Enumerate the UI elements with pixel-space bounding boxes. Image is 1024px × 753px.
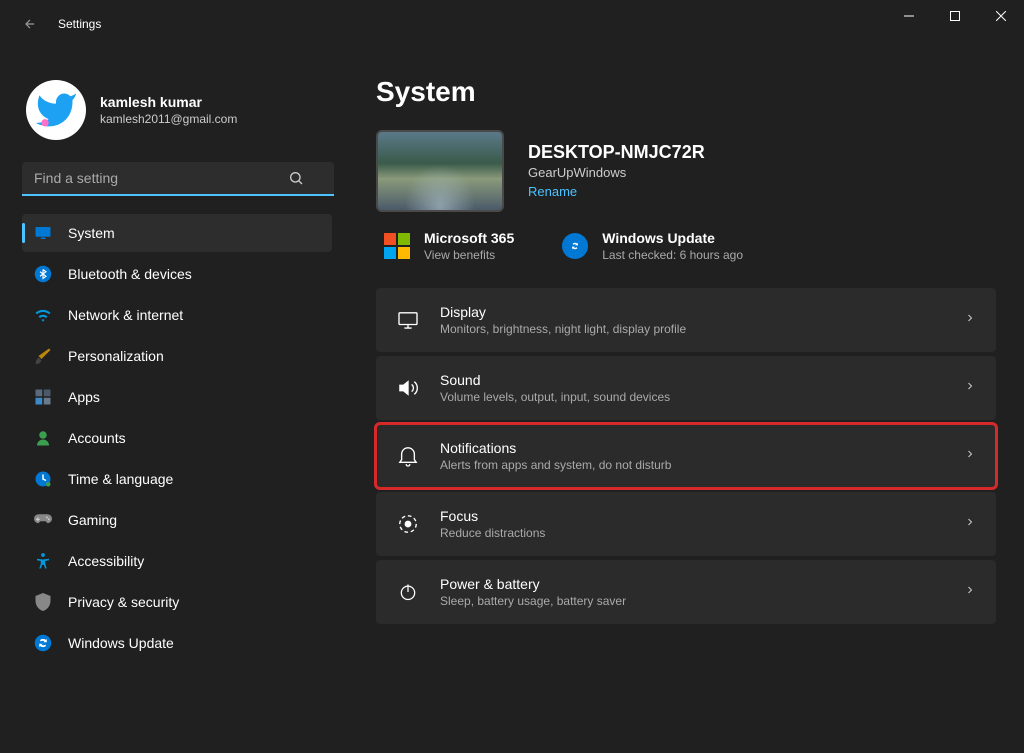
window-controls xyxy=(886,0,1024,48)
shield-icon xyxy=(34,593,52,611)
person-icon xyxy=(34,429,52,447)
card-title: Display xyxy=(440,304,686,320)
chevron-right-icon xyxy=(964,311,976,329)
device-thumbnail[interactable] xyxy=(376,130,504,212)
app-title: Settings xyxy=(58,17,101,31)
avatar xyxy=(26,80,86,140)
card-sound[interactable]: Sound Volume levels, output, input, soun… xyxy=(376,356,996,420)
nav-label: Network & internet xyxy=(68,307,183,323)
nav-label: Gaming xyxy=(68,512,117,528)
device-sub: GearUpWindows xyxy=(528,165,705,180)
nav-label: Windows Update xyxy=(68,635,174,651)
bell-icon xyxy=(396,444,420,468)
card-notifications[interactable]: Notifications Alerts from apps and syste… xyxy=(376,424,996,488)
user-section[interactable]: kamlesh kumar kamlesh2011@gmail.com xyxy=(22,72,332,158)
nav-item-gaming[interactable]: Gaming xyxy=(22,501,332,539)
bluetooth-icon xyxy=(34,265,52,283)
info-sub: Last checked: 6 hours ago xyxy=(602,248,743,262)
search-icon xyxy=(288,170,304,191)
windows-update-info[interactable]: Windows Update Last checked: 6 hours ago xyxy=(562,230,743,262)
info-row: Microsoft 365 View benefits Windows Upda… xyxy=(376,230,996,262)
info-sub: View benefits xyxy=(424,248,514,262)
nav-item-network[interactable]: Network & internet xyxy=(22,296,332,334)
card-title: Notifications xyxy=(440,440,671,456)
monitor-icon xyxy=(34,224,52,242)
nav-label: Accounts xyxy=(68,430,126,446)
nav-label: Bluetooth & devices xyxy=(68,266,192,282)
chevron-right-icon xyxy=(964,515,976,533)
user-name: kamlesh kumar xyxy=(100,94,237,110)
apps-icon xyxy=(34,388,52,406)
back-button[interactable] xyxy=(20,14,40,34)
sidebar: kamlesh kumar kamlesh2011@gmail.com Syst… xyxy=(0,48,340,753)
nav-item-personalization[interactable]: Personalization xyxy=(22,337,332,375)
minimize-button[interactable] xyxy=(886,0,932,32)
sound-icon xyxy=(396,376,420,400)
chevron-right-icon xyxy=(964,583,976,601)
page-title: System xyxy=(376,76,996,108)
main-content: System DESKTOP-NMJC72R GearUpWindows Ren… xyxy=(340,48,1024,753)
card-sub: Volume levels, output, input, sound devi… xyxy=(440,390,670,404)
card-sub: Reduce distractions xyxy=(440,526,545,540)
gamepad-icon xyxy=(34,511,52,529)
nav-item-system[interactable]: System xyxy=(22,214,332,252)
device-name: DESKTOP-NMJC72R xyxy=(528,142,705,163)
nav: System Bluetooth & devices Network & int… xyxy=(22,214,332,662)
chevron-right-icon xyxy=(964,447,976,465)
card-display[interactable]: Display Monitors, brightness, night ligh… xyxy=(376,288,996,352)
focus-icon xyxy=(396,512,420,536)
clock-icon xyxy=(34,470,52,488)
titlebar: Settings xyxy=(0,0,1024,48)
nav-label: Apps xyxy=(68,389,100,405)
brush-icon xyxy=(34,347,52,365)
nav-label: System xyxy=(68,225,115,241)
nav-label: Personalization xyxy=(68,348,164,364)
info-title: Windows Update xyxy=(602,230,743,246)
accessibility-icon xyxy=(34,552,52,570)
close-button[interactable] xyxy=(978,0,1024,32)
maximize-button[interactable] xyxy=(932,0,978,32)
card-sub: Monitors, brightness, night light, displ… xyxy=(440,322,686,336)
nav-label: Privacy & security xyxy=(68,594,179,610)
nav-item-time[interactable]: Time & language xyxy=(22,460,332,498)
card-title: Power & battery xyxy=(440,576,626,592)
device-row: DESKTOP-NMJC72R GearUpWindows Rename xyxy=(376,130,996,212)
power-icon xyxy=(396,580,420,604)
nav-item-accounts[interactable]: Accounts xyxy=(22,419,332,457)
info-title: Microsoft 365 xyxy=(424,230,514,246)
settings-cards: Display Monitors, brightness, night ligh… xyxy=(376,288,996,624)
nav-label: Time & language xyxy=(68,471,173,487)
nav-item-update[interactable]: Windows Update xyxy=(22,624,332,662)
nav-item-accessibility[interactable]: Accessibility xyxy=(22,542,332,580)
card-title: Sound xyxy=(440,372,670,388)
windows-update-icon xyxy=(562,233,588,259)
nav-item-privacy[interactable]: Privacy & security xyxy=(22,583,332,621)
chevron-right-icon xyxy=(964,379,976,397)
card-sub: Sleep, battery usage, battery saver xyxy=(440,594,626,608)
display-icon xyxy=(396,308,420,332)
user-email: kamlesh2011@gmail.com xyxy=(100,112,237,126)
rename-link[interactable]: Rename xyxy=(528,184,577,199)
wifi-icon xyxy=(34,306,52,324)
card-focus[interactable]: Focus Reduce distractions xyxy=(376,492,996,556)
card-title: Focus xyxy=(440,508,545,524)
ms365-icon xyxy=(384,233,410,259)
ms365-info[interactable]: Microsoft 365 View benefits xyxy=(384,230,514,262)
nav-label: Accessibility xyxy=(68,553,144,569)
nav-item-apps[interactable]: Apps xyxy=(22,378,332,416)
card-power[interactable]: Power & battery Sleep, battery usage, ba… xyxy=(376,560,996,624)
search-wrap xyxy=(22,162,332,196)
card-sub: Alerts from apps and system, do not dist… xyxy=(440,458,671,472)
sync-icon xyxy=(34,634,52,652)
nav-item-bluetooth[interactable]: Bluetooth & devices xyxy=(22,255,332,293)
